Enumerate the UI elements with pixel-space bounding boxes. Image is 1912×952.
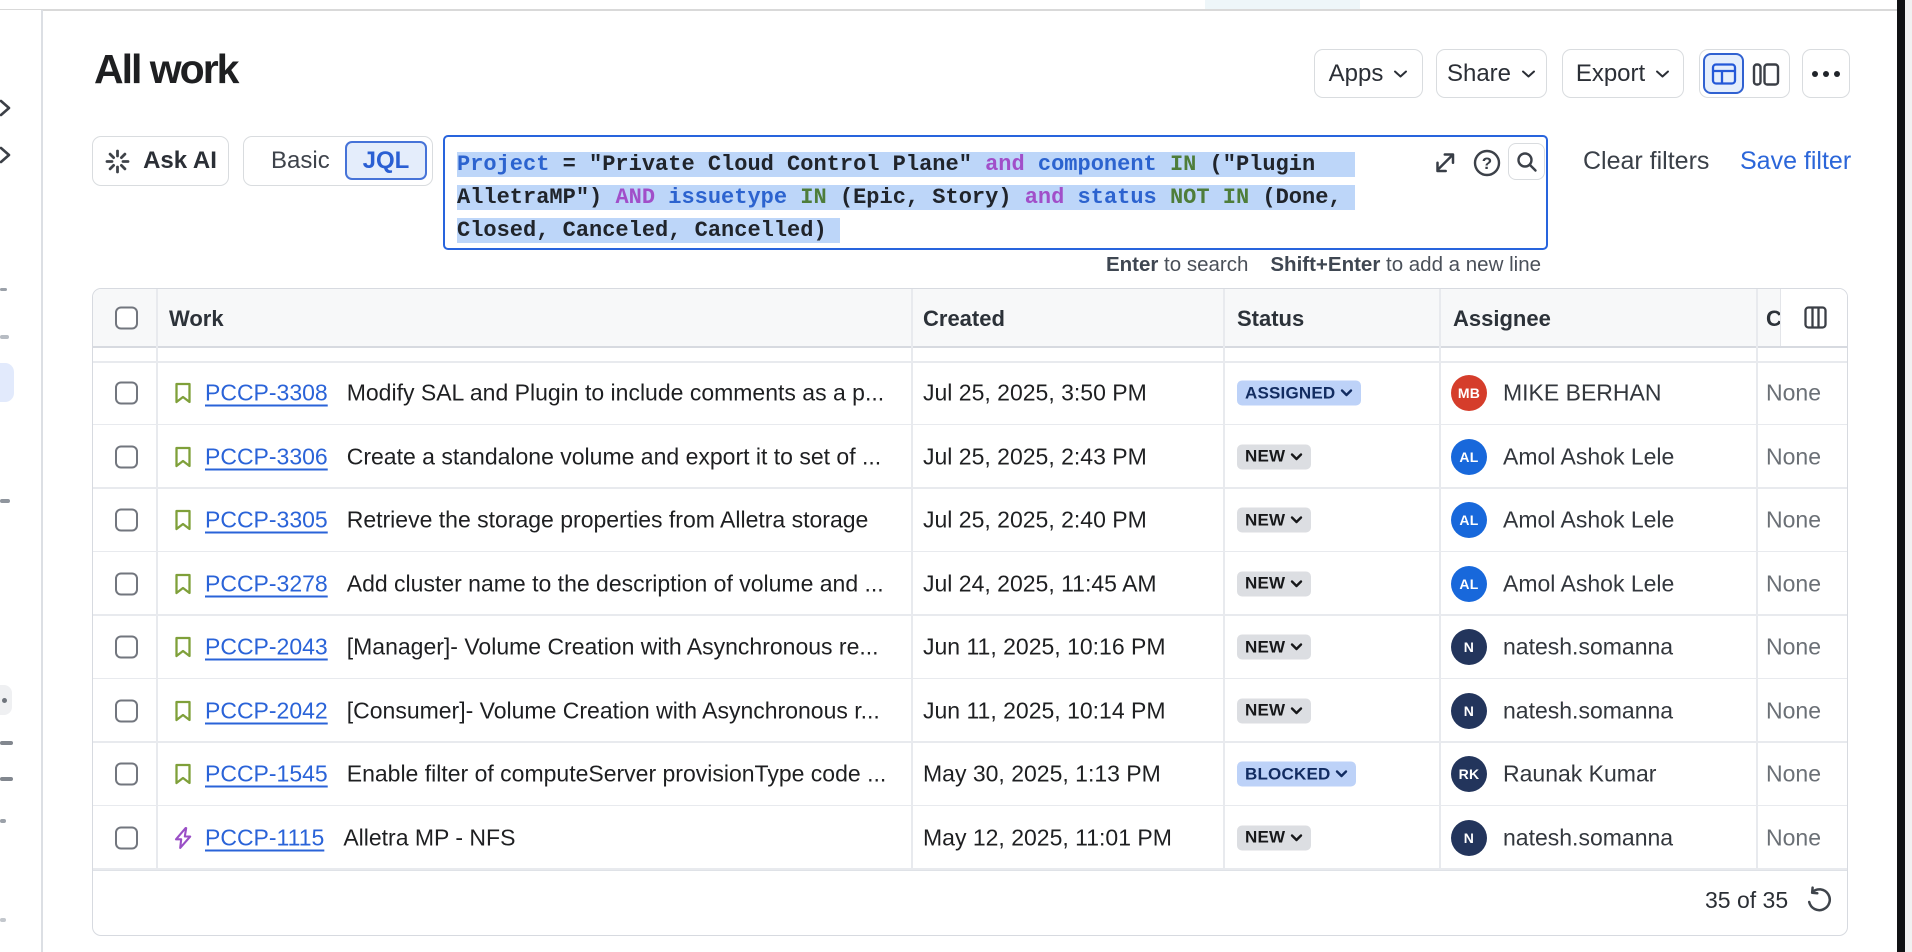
svg-text:?: ? xyxy=(1482,154,1492,173)
